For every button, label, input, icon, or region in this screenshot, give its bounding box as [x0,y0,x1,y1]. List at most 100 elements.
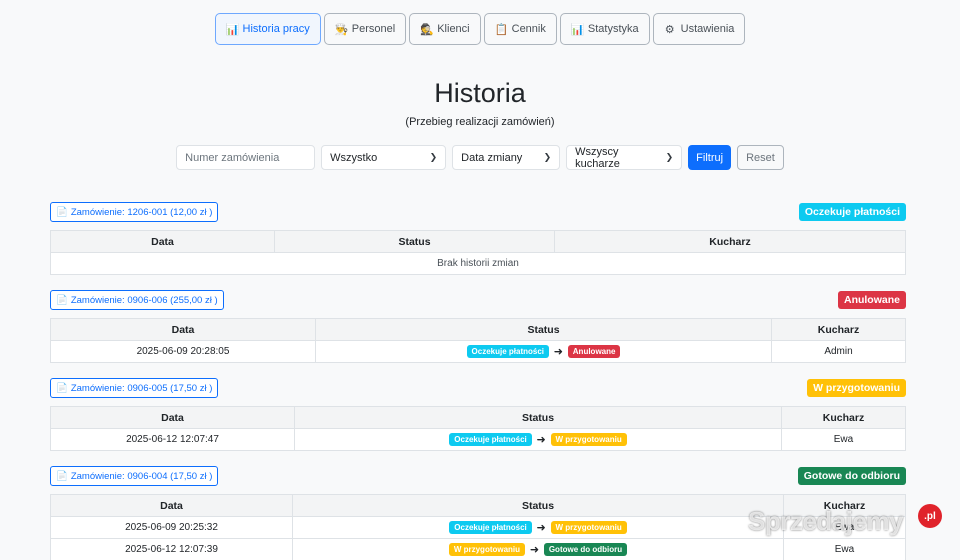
stats-icon: 📊 [570,23,585,36]
status-select-value: Wszystko [330,151,378,164]
chevron-down-icon: ❯ [665,152,674,162]
date-select-value: Data zmiany [461,151,523,164]
date-select[interactable]: Data zmiany ❯ [452,145,561,170]
order-block: 📄 Zamówienie: 0906-005 (17,50 zł ) W prz… [50,378,906,451]
status-badge: W przygotowaniu [807,379,906,397]
table-row: 2025-06-12 12:07:39 W przygotowaniu ➜ Go… [50,538,906,560]
row-status: W przygotowaniu ➜ Gotowe do odbioru [292,538,784,560]
status-select[interactable]: Wszystko ❯ [321,145,447,170]
row-date: 2025-06-09 20:28:05 [50,340,316,363]
nav-label: Personel [351,23,396,35]
nav-personel[interactable]: 👨‍🍳 Personel [323,13,407,45]
arrow-right-icon: ➜ [553,346,563,358]
table-header-row: Data Status Kucharz [50,318,906,341]
order-label: Zamówienie: 0906-005 (17,50 zł ) [70,382,213,394]
staff-icon: 👨‍🍳 [334,23,349,36]
order-label: Zamówienie: 0906-006 (255,00 zł ) [70,294,218,306]
nav-historia-pracy[interactable]: 📊 Historia pracy [214,13,321,45]
receipt-icon: 📄 [56,206,68,218]
status-from-badge: Oczekuje płatności [449,433,532,446]
nav-label: Klienci [437,23,470,35]
order-header: 📄 Zamówienie: 0906-006 (255,00 zł ) Anul… [50,290,906,310]
col-status: Status [292,494,784,517]
page-subtitle: (Przebieg realizacji zamówień) [405,116,555,128]
history-table: Data Status Kucharz 2025-06-09 20:28:05 … [50,318,906,363]
status-from-badge: Oczekuje płatności [449,521,532,534]
nav-label: Statystyka [587,23,639,35]
receipt-icon: 📄 [56,382,68,394]
nav-label: Ustawienia [680,23,735,35]
chart-icon: 📊 [225,23,240,36]
row-status: Oczekuje płatności ➜ W przygotowaniu [292,516,784,539]
history-table: Data Status Kucharz Brak historii zmian [50,230,906,275]
pricelist-icon: 📋 [494,23,509,36]
row-status: Oczekuje płatności ➜ Anulowane [315,340,772,363]
col-cook: Kucharz [781,406,906,429]
col-cook: Kucharz [554,230,906,253]
chevron-down-icon: ❯ [543,152,552,162]
status-badge: Gotowe do odbioru [797,467,906,485]
row-date: 2025-06-12 12:07:47 [50,428,295,451]
row-date: 2025-06-09 20:25:32 [50,516,293,539]
watermark-logo: .pl [918,504,942,528]
status-to-badge: Anulowane [567,345,621,358]
settings-icon: ⚙ [664,23,675,36]
page-title: Historia [434,78,526,108]
row-status: Oczekuje płatności ➜ W przygotowaniu [294,428,782,451]
row-cook: Admin [771,340,906,363]
history-table: Data Status Kucharz 2025-06-12 12:07:47 … [50,406,906,451]
order-header: 📄 Zamówienie: 0906-004 (17,50 zł ) Gotow… [50,466,906,486]
col-status: Status [274,230,555,253]
nav-ustawienia[interactable]: ⚙ Ustawienia [652,13,746,45]
order-link[interactable]: 📄 Zamówienie: 0906-006 (255,00 zł ) [50,290,224,310]
order-link[interactable]: 📄 Zamówienie: 1206-001 (12,00 zł ) [50,202,219,222]
cook-select[interactable]: Wszyscy kucharze ❯ [566,145,683,170]
top-nav: 📊 Historia pracy 👨‍🍳 Personel 🕵 Klienci … [0,13,960,45]
filter-bar: Numer zamówienia Wszystko ❯ Data zmiany … [0,145,960,170]
order-header: 📄 Zamówienie: 0906-005 (17,50 zł ) W prz… [50,378,906,398]
row-cook: Ewa [781,428,906,451]
order-link[interactable]: 📄 Zamówienie: 0906-005 (17,50 zł ) [50,378,219,398]
status-to-badge: W przygotowaniu [550,433,627,446]
order-number-input[interactable]: Numer zamówienia [176,145,316,170]
order-link[interactable]: 📄 Zamówienie: 0906-004 (17,50 zł ) [50,466,219,486]
nav-label: Cennik [511,23,546,35]
status-to-badge: Gotowe do odbioru [543,543,628,556]
col-status: Status [315,318,772,341]
reset-button[interactable]: Reset [737,145,784,170]
status-to-badge: W przygotowaniu [550,521,627,534]
order-header: 📄 Zamówienie: 1206-001 (12,00 zł ) Oczek… [50,202,906,222]
status-badge: Anulowane [837,291,906,309]
col-date: Data [50,318,316,341]
col-date: Data [50,230,275,253]
col-status: Status [294,406,782,429]
cook-select-value: Wszyscy kucharze [575,145,620,170]
table-row: 2025-06-09 20:28:05 Oczekuje płatności ➜… [50,340,906,363]
clients-icon: 🕵 [420,23,434,36]
arrow-right-icon: ➜ [536,522,546,534]
row-cook: Ewa [783,538,906,560]
filter-button[interactable]: Filtruj [688,145,732,170]
col-date: Data [50,406,295,429]
table-row: 2025-06-12 12:07:47 Oczekuje płatności ➜… [50,428,906,451]
order-number-placeholder: Numer zamówienia [185,151,280,164]
order-block: 📄 Zamówienie: 1206-001 (12,00 zł ) Oczek… [50,202,906,275]
chevron-down-icon: ❯ [429,152,438,162]
nav-label: Historia pracy [242,23,310,35]
order-label: Zamówienie: 1206-001 (12,00 zł ) [70,206,213,218]
status-from-badge: W przygotowaniu [448,543,526,556]
nav-klienci[interactable]: 🕵 Klienci [409,13,481,45]
receipt-icon: 📄 [56,470,68,482]
table-row: Brak historii zmian [50,252,906,275]
watermark-text: Sprzedajemy [748,506,903,536]
nav-cennik[interactable]: 📋 Cennik [483,13,557,45]
nav-statystyka[interactable]: 📊 Statystyka [559,13,650,45]
receipt-icon: 📄 [56,294,68,306]
arrow-right-icon: ➜ [536,434,546,446]
col-cook: Kucharz [771,318,906,341]
empty-history: Brak historii zmian [50,252,906,275]
arrow-right-icon: ➜ [529,544,540,556]
row-date: 2025-06-12 12:07:39 [50,538,293,560]
table-header-row: Data Status Kucharz [50,406,906,429]
table-header-row: Data Status Kucharz [50,230,906,253]
